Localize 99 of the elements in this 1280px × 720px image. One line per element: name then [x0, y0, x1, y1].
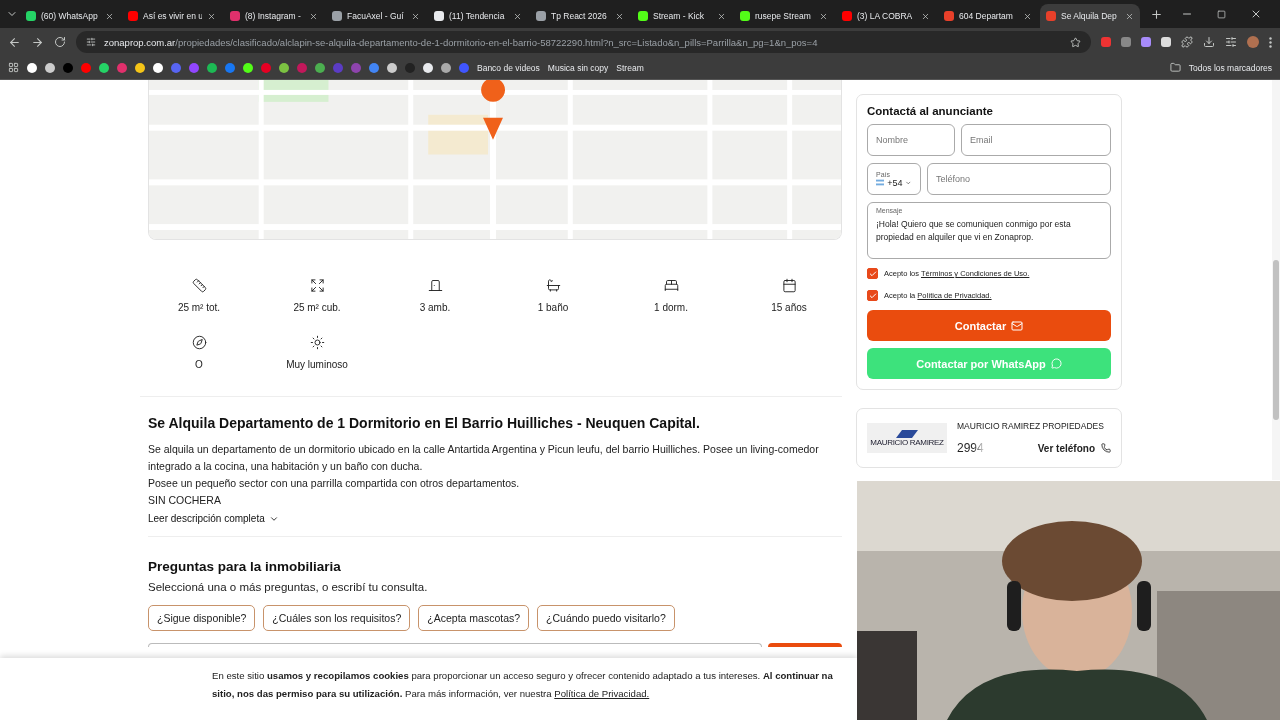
close-icon[interactable] — [1125, 11, 1134, 21]
orientation-icon — [191, 335, 207, 350]
browser-tab[interactable]: (11) Tendencia — [428, 4, 528, 28]
close-icon[interactable] — [513, 11, 522, 21]
feature-label: 15 años — [771, 302, 807, 313]
extensions-icon[interactable] — [1181, 36, 1193, 48]
browser-tab[interactable]: FacuAxel - Guí — [326, 4, 426, 28]
chat-bubble-icon — [1050, 358, 1062, 369]
all-bookmarks-link[interactable]: Todos los marcadores — [1188, 62, 1272, 73]
close-icon[interactable] — [1250, 8, 1262, 20]
feature-label: Muy luminoso — [286, 359, 348, 370]
listing-title: Se Alquila Departamento de 1 Dormitorio en El Barrio Huilliches - Neuquen Capital. — [148, 415, 701, 431]
age-icon — [781, 278, 797, 293]
bath-icon — [545, 278, 561, 293]
bookmark-icon[interactable] — [153, 62, 163, 73]
back-icon[interactable] — [8, 35, 21, 49]
address-field[interactable]: zonaprop.com.ar/propiedades/clasificado/alclapin-se-alquila-departamento-de-1-dormitorio-en-el-barrio-58722290.html?n_src=Listado&n_pills=Parrilla&n_pg=1&n_pos=4 — [76, 31, 1091, 53]
browser-tab[interactable]: Stream - Kick — [632, 4, 732, 28]
advertiser-logo: MAURICIO RAMIREZ — [867, 423, 947, 453]
bookmark-star-icon[interactable] — [1070, 36, 1081, 48]
close-icon[interactable] — [1023, 11, 1032, 21]
close-icon[interactable] — [105, 11, 114, 21]
forward-icon[interactable] — [31, 35, 44, 49]
close-icon[interactable] — [411, 11, 420, 21]
questions-title: Preguntas para la inmobiliaria — [148, 559, 342, 574]
restore-icon[interactable] — [1217, 9, 1226, 19]
flag-icon — [876, 179, 885, 186]
feature-label: 25 m² cub. — [293, 302, 341, 313]
browser-tab[interactable]: Así es vivir en u — [122, 4, 222, 28]
close-icon[interactable] — [717, 11, 726, 21]
bookmark-icon[interactable] — [243, 62, 253, 73]
bookmark-link[interactable]: Stream — [616, 62, 644, 73]
contact-title: Contactá al anunciante — [867, 105, 994, 117]
close-icon[interactable] — [615, 11, 624, 21]
bookmark-icon[interactable] — [99, 62, 109, 73]
rooms-icon — [427, 278, 443, 293]
bookmark-icon[interactable] — [423, 62, 433, 73]
bookmark-icon[interactable] — [27, 62, 37, 73]
question-chip[interactable]: ¿Cuándo puedo visitarlo? — [537, 605, 675, 631]
country-code: +54 — [887, 177, 903, 188]
apps-icon[interactable] — [8, 62, 19, 73]
questions-subtitle: Seleccioná una o más preguntas, o escribí tu consulta. — [148, 581, 429, 593]
feature-label: 1 baño — [537, 302, 569, 313]
profile-avatar[interactable] — [1247, 36, 1259, 48]
new-tab-icon[interactable] — [1150, 7, 1163, 21]
phone-number: 2994 — [957, 441, 984, 455]
feature-label: O — [195, 359, 203, 370]
close-icon[interactable] — [921, 11, 930, 21]
browser-tab[interactable]: 604 Departam — [938, 4, 1038, 28]
media-icon[interactable] — [1225, 36, 1237, 48]
description-paragraph: Posee un pequeño sector con una parrilla compartida con otros departamentos. — [148, 476, 521, 491]
feature-label: 25 m² tot. — [177, 302, 221, 313]
question-chip[interactable]: ¿Acepta mascotas? — [418, 605, 530, 631]
feature-label: 3 amb. — [419, 302, 451, 313]
privacy-link[interactable]: Política de Privacidad. — [554, 688, 650, 699]
bookmark-icon[interactable] — [45, 62, 55, 73]
description-paragraph: SIN COCHERA — [148, 493, 222, 508]
contact-button[interactable]: Contactar — [867, 310, 1111, 341]
bedroom-icon — [663, 278, 679, 293]
phone-icon — [1101, 443, 1111, 453]
browser-tab[interactable]: (60) WhatsApp — [20, 4, 120, 28]
question-chip[interactable]: ¿Cuáles son los requisitos? — [263, 605, 411, 631]
area-covered-icon — [309, 278, 325, 293]
browser-tab[interactable]: rusepe Stream — [734, 4, 834, 28]
description-paragraph: Se alquila un departamento de un dormitorio ubicado en la calle Antartida Argentina y Picun leufu, del barrio Huilliches. Posee un living-comedor integrado a la cocina, una habitación y un baño con ducha. — [148, 442, 820, 474]
browser-tab[interactable]: Se Alquila Dep — [1040, 4, 1140, 28]
read-more-link[interactable]: Leer descripción completa — [148, 513, 842, 524]
question-chip[interactable]: ¿Sigue disponible? — [148, 605, 256, 631]
scrollbar[interactable] — [1272, 80, 1280, 480]
phone-field[interactable]: Teléfono — [927, 163, 1111, 195]
folder-icon — [1169, 62, 1181, 73]
bookmark-icon[interactable] — [279, 62, 289, 73]
consent-checkbox[interactable] — [867, 268, 878, 279]
close-icon[interactable] — [819, 11, 828, 21]
area-total-icon — [191, 278, 207, 293]
download-icon[interactable] — [1203, 36, 1215, 48]
advertiser-name: MAURICIO RAMIREZ PROPIEDADES — [957, 421, 1105, 431]
site-info-icon[interactable] — [86, 37, 96, 47]
close-icon[interactable] — [207, 11, 216, 21]
light-icon — [309, 335, 325, 350]
bookmark-link[interactable]: Banco de videos — [477, 62, 540, 73]
browser-tab[interactable]: (3) LA COBRA — [836, 4, 936, 28]
browser-tab[interactable]: Tp React 2026 — [530, 4, 630, 28]
consent-checkbox[interactable] — [867, 290, 878, 301]
mail-icon — [1011, 319, 1024, 332]
name-field[interactable]: Nombre — [867, 124, 955, 156]
cookie-text: En este sitio usamos y recopilamos cookies para proporcionar un acceso seguro y ofrecer contenido adaptado a tus intereses. Al continuar na — [212, 669, 834, 683]
email-field[interactable]: Email — [961, 124, 1111, 156]
bookmark-icon[interactable] — [387, 62, 397, 73]
browser-tab[interactable]: (8) Instagram - — [224, 4, 324, 28]
bookmark-link[interactable]: Musica sin copy — [547, 62, 609, 73]
see-phone-link[interactable]: Ver teléfono — [1037, 442, 1111, 454]
cookie-text: sitio, nos das permiso para su utilización. Para más información, ver nuestra Política de Privacidad. — [212, 687, 651, 701]
feature-label: 1 dorm. — [654, 302, 688, 313]
reload-icon[interactable] — [54, 36, 66, 48]
bookmark-icon[interactable] — [441, 62, 451, 73]
close-icon[interactable] — [309, 11, 318, 21]
menu-icon[interactable] — [1269, 36, 1272, 48]
bookmark-icon[interactable] — [135, 62, 145, 73]
